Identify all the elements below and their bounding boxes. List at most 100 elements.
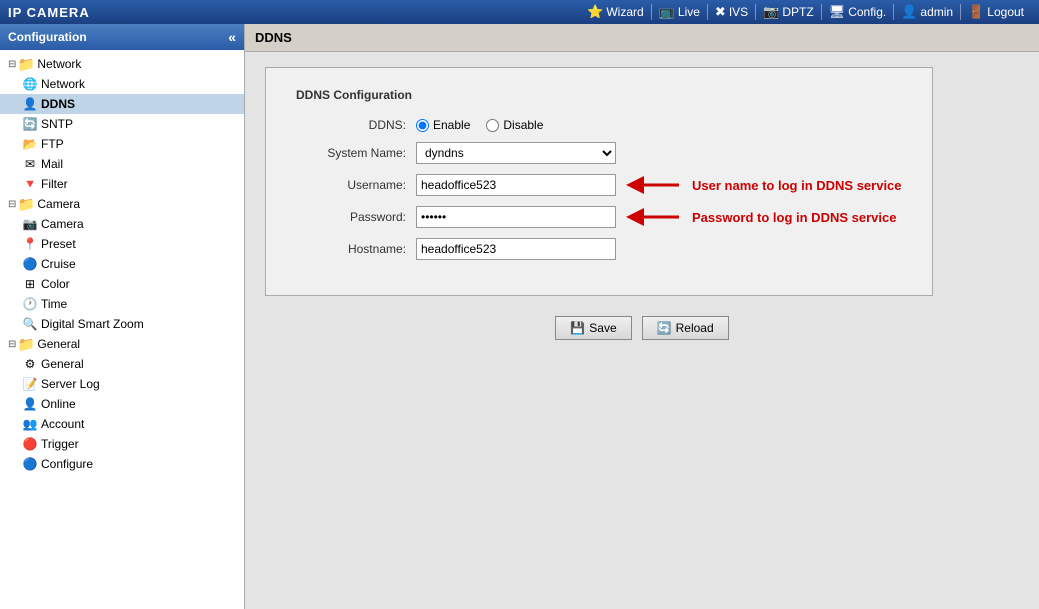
sidebar-item-digital-zoom[interactable]: 🔍 Digital Smart Zoom	[0, 314, 244, 334]
digital-zoom-icon: 🔍	[22, 316, 38, 332]
username-annotation-row: User name to log in DDNS service	[416, 174, 902, 196]
page-title: DDNS	[255, 30, 292, 45]
disable-radio-label[interactable]: Disable	[486, 118, 543, 132]
sidebar-item-filter[interactable]: 🔻 Filter	[0, 174, 244, 194]
collapse-button[interactable]: «	[228, 29, 236, 45]
nav-live[interactable]: 📺 Live	[652, 4, 708, 20]
filter-icon: 🔻	[22, 176, 38, 192]
online-icon: 👤	[22, 396, 38, 412]
ddns-row: DDNS: Enable Disable	[296, 118, 902, 132]
sidebar-item-configure[interactable]: 🔵 Configure	[0, 454, 244, 474]
sidebar-item-cruise[interactable]: 🔵 Cruise	[0, 254, 244, 274]
password-label: Password:	[296, 210, 416, 224]
online-label: Online	[41, 397, 76, 411]
ftp-label: FTP	[41, 137, 64, 151]
sidebar-item-server-log[interactable]: 📝 Server Log	[0, 374, 244, 394]
account-icon: 👥	[22, 416, 38, 432]
folder-icon: 📁	[18, 56, 34, 72]
network-group-label: Network	[37, 57, 81, 71]
sidebar-item-account[interactable]: 👥 Account	[0, 414, 244, 434]
enable-radio-label[interactable]: Enable	[416, 118, 470, 132]
time-label: Time	[41, 297, 67, 311]
sidebar-item-time[interactable]: 🕐 Time	[0, 294, 244, 314]
time-icon: 🕐	[22, 296, 38, 312]
sidebar-item-trigger[interactable]: 🔴 Trigger	[0, 434, 244, 454]
ddns-radio-group: Enable Disable	[416, 118, 543, 132]
nav-ivs[interactable]: ✖ IVS	[708, 4, 756, 20]
ddns-label: DDNS	[41, 97, 75, 111]
ddns-icon: 👤	[22, 96, 38, 112]
sidebar-item-online[interactable]: 👤 Online	[0, 394, 244, 414]
app-title: IP CAMERA	[8, 5, 90, 20]
sidebar-item-mail[interactable]: ✉ Mail	[0, 154, 244, 174]
hostname-control	[416, 238, 616, 260]
cruise-label: Cruise	[41, 257, 76, 271]
topbar: IP CAMERA ⭐ Wizard 📺 Live ✖ IVS 📷 DPTZ 🖥…	[0, 0, 1039, 24]
username-arrow-icon	[624, 175, 684, 195]
config-box-title: DDNS Configuration	[296, 88, 902, 102]
sntp-icon: 🔄	[22, 116, 38, 132]
nav-admin[interactable]: 👤 admin	[894, 4, 961, 20]
sidebar-item-network[interactable]: 🌐 Network	[0, 74, 244, 94]
username-input[interactable]	[416, 174, 616, 196]
folder-icon-camera: 📁	[18, 196, 34, 212]
main-layout: Configuration « ⊟ 📁 Network 🌐 Network 👤 …	[0, 24, 1039, 609]
general-icon: ⚙	[22, 356, 38, 372]
preset-label: Preset	[41, 237, 76, 251]
digital-zoom-label: Digital Smart Zoom	[41, 317, 144, 331]
expand-icon: ⊟	[8, 59, 16, 70]
system-name-control: dyndns	[416, 142, 616, 164]
reload-button[interactable]: 🔄 Reload	[642, 316, 729, 340]
sidebar-item-sntp[interactable]: 🔄 SNTP	[0, 114, 244, 134]
color-label: Color	[41, 277, 70, 291]
sidebar-item-camera-group[interactable]: ⊟ 📁 Camera	[0, 194, 244, 214]
expand-icon-general: ⊟	[8, 339, 16, 350]
admin-icon: 👤	[901, 4, 917, 20]
sidebar-content: ⊟ 📁 Network 🌐 Network 👤 DDNS 🔄 SNTP 📂 FT…	[0, 50, 244, 609]
cruise-icon: 🔵	[22, 256, 38, 272]
sidebar-item-general[interactable]: ⚙ General	[0, 354, 244, 374]
network-icon: 🌐	[22, 76, 38, 92]
filter-label: Filter	[41, 177, 68, 191]
preset-icon: 📍	[22, 236, 38, 252]
enable-radio[interactable]	[416, 119, 429, 132]
sidebar-item-network-group[interactable]: ⊟ 📁 Network	[0, 54, 244, 74]
trigger-icon: 🔴	[22, 436, 38, 452]
ddns-label: DDNS:	[296, 118, 416, 132]
save-button[interactable]: 💾 Save	[555, 316, 631, 340]
mail-label: Mail	[41, 157, 63, 171]
sidebar: Configuration « ⊟ 📁 Network 🌐 Network 👤 …	[0, 24, 245, 609]
system-name-select[interactable]: dyndns	[416, 142, 616, 164]
nav-config[interactable]: 🖥 Config.	[822, 4, 895, 20]
password-arrow-icon	[624, 207, 684, 227]
sntp-label: SNTP	[41, 117, 73, 131]
password-annotation-row: Password to log in DDNS service	[416, 206, 896, 228]
server-log-label: Server Log	[41, 377, 100, 391]
configure-label: Configure	[41, 457, 93, 471]
system-name-label: System Name:	[296, 146, 416, 160]
username-label: Username:	[296, 178, 416, 192]
ivs-icon: ✖	[715, 4, 726, 20]
mail-icon: ✉	[22, 156, 38, 172]
disable-radio[interactable]	[486, 119, 499, 132]
general-group-label: General	[37, 337, 80, 351]
nav-logout[interactable]: 🚪 Logout	[961, 4, 1031, 20]
sidebar-item-color[interactable]: ⊞ Color	[0, 274, 244, 294]
sidebar-title: Configuration	[8, 30, 87, 44]
enable-label: Enable	[433, 118, 470, 132]
hostname-input[interactable]	[416, 238, 616, 260]
hostname-label: Hostname:	[296, 242, 416, 256]
disable-label: Disable	[503, 118, 543, 132]
sidebar-item-ftp[interactable]: 📂 FTP	[0, 134, 244, 154]
sidebar-item-ddns[interactable]: 👤 DDNS	[0, 94, 244, 114]
sidebar-item-camera[interactable]: 📷 Camera	[0, 214, 244, 234]
sidebar-item-general-group[interactable]: ⊟ 📁 General	[0, 334, 244, 354]
nav-wizard[interactable]: ⭐ Wizard	[580, 4, 652, 20]
save-icon: 💾	[570, 321, 585, 335]
password-input[interactable]	[416, 206, 616, 228]
sidebar-item-preset[interactable]: 📍 Preset	[0, 234, 244, 254]
content-header: DDNS	[245, 24, 1039, 52]
camera-label: Camera	[41, 217, 84, 231]
configure-icon: 🔵	[22, 456, 38, 472]
nav-dptz[interactable]: 📷 DPTZ	[756, 4, 822, 20]
